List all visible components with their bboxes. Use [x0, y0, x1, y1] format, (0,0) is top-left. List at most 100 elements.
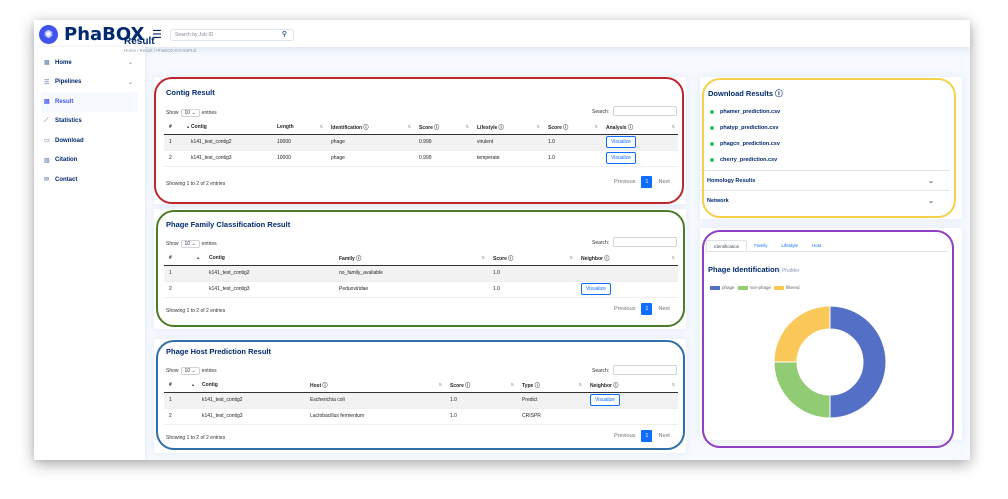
sidebar-item-result[interactable]: ▤ Result: [41, 92, 138, 112]
legend-label: filtered: [786, 285, 800, 290]
col-header-label: Score ⓘ: [493, 255, 514, 262]
col-header[interactable]: Host ⓘ ⇅: [305, 379, 445, 393]
visualize-button[interactable]: Visualize: [606, 152, 636, 164]
donut-chart: [773, 305, 887, 419]
sidebar-item-pipelines[interactable]: ☰ Pipelines ⌄: [41, 73, 138, 93]
col-header[interactable]: Length ⇅: [272, 121, 326, 135]
previous-button[interactable]: Previous: [614, 433, 635, 439]
sidebar-item-statistics[interactable]: ⟋ Statistics: [41, 112, 138, 132]
col-header[interactable]: Score ⓘ ⇅: [445, 379, 517, 393]
page-1-button[interactable]: 1: [641, 303, 653, 315]
cell: temperate: [472, 150, 543, 167]
search-icon[interactable]: ⚲: [282, 30, 287, 38]
col-header-label: Score ⓘ: [548, 124, 569, 131]
visualize-button[interactable]: Visualize: [581, 283, 611, 295]
sidebar-item-label: Result: [55, 98, 74, 105]
col-header[interactable]: Contig ▲: [196, 252, 334, 266]
col-header-label: Score ⓘ: [450, 382, 471, 389]
col-header[interactable]: Contig ▲: [186, 121, 272, 135]
file-icon: ▤: [44, 99, 50, 106]
sidebar-item-home[interactable]: ▦ Home ⌄: [41, 53, 138, 73]
col-header-label: Host ⓘ: [310, 382, 328, 389]
sidebar-item-citation[interactable]: ▥ Citation: [41, 151, 138, 171]
sidebar-item-download[interactable]: ▭ Download: [41, 131, 138, 151]
previous-button[interactable]: Previous: [614, 179, 635, 185]
cell: 1: [164, 134, 186, 151]
host-search-input[interactable]: [613, 365, 677, 375]
col-header[interactable]: Score ⓘ ⇅: [414, 121, 472, 135]
visualize-button[interactable]: Visualize: [590, 394, 620, 406]
page-size-value: 10: [184, 368, 191, 374]
cell: 1: [164, 265, 204, 282]
next-button[interactable]: Next: [658, 179, 669, 185]
cell: 0.999: [414, 150, 472, 167]
col-header[interactable]: Neighbor ⓘ ⇅: [576, 252, 678, 266]
cell: k141_test_contig2: [186, 134, 272, 151]
cell: 2: [164, 281, 204, 298]
cell: 1: [164, 392, 197, 409]
cell: k141_test_contig2: [204, 265, 334, 282]
cell: Peduoviridae: [334, 281, 488, 298]
sort-icon: ⇅: [671, 124, 675, 129]
job-search-input[interactable]: Search by Job ID ⚲: [170, 29, 294, 41]
phage-logo-icon: ✺: [39, 25, 58, 44]
col-header[interactable]: Neighbor ⓘ ⇅: [585, 379, 678, 393]
mail-icon: ✉: [44, 177, 50, 184]
entries-label: entries: [201, 241, 217, 247]
col-header-label: Neighbor ⓘ: [581, 255, 610, 262]
col-header[interactable]: Family ⓘ ⇅: [334, 252, 488, 266]
sort-icon: ⇅: [578, 382, 582, 387]
table-row: 2 k141_test_contig3 Lactobacillus fermentu…: [164, 408, 678, 425]
sort-icon: ⇅: [407, 124, 411, 129]
next-button[interactable]: Next: [658, 306, 669, 312]
sidebar: ▦ Home ⌄ ☰ Pipelines ⌄ ▤ Result ⟋ Statistics ▭…: [34, 47, 145, 460]
col-header[interactable]: Lifestyle ⓘ ⇅: [472, 121, 543, 135]
sidebar-item-label: Citation: [55, 157, 78, 164]
col-header-label: Contig: [209, 255, 225, 262]
family-search-input[interactable]: [613, 237, 677, 247]
page-1-button[interactable]: 1: [641, 176, 653, 188]
page-size-value: 10: [184, 110, 191, 116]
cell: [576, 265, 678, 282]
page-size-select[interactable]: 10 ⌄: [180, 367, 200, 375]
visualize-button[interactable]: Visualize: [606, 136, 636, 148]
cell: 0.999: [414, 134, 472, 151]
page-title: Result: [124, 36, 155, 47]
page-size-select[interactable]: 10 ⌄: [180, 240, 200, 248]
cell: no_family_avaliable: [334, 265, 488, 282]
list-icon: ☰: [44, 79, 50, 86]
table-row: 1 k141_test_contig2 Escherichia coli 1.0 Pre…: [164, 392, 678, 409]
cell: k141_test_contig2: [197, 392, 305, 409]
contig-search-input[interactable]: [613, 106, 677, 116]
cell: 1.0: [543, 134, 601, 151]
page-size-select[interactable]: 10 ⌄: [180, 109, 200, 117]
pie-slice-non-phage[interactable]: [773, 361, 831, 419]
pie-slice-phage[interactable]: [829, 305, 887, 419]
col-header-label: Identification ⓘ: [331, 124, 369, 131]
col-header[interactable]: Analysis ⓘ ⇅: [601, 121, 678, 135]
host-table-info: Showing 1 to 2 of 2 entries: [166, 435, 226, 441]
cell: [585, 408, 678, 425]
previous-button[interactable]: Previous: [614, 306, 635, 312]
col-header[interactable]: Contig ▲: [191, 379, 305, 393]
contig-card-title: Contig Result: [166, 88, 215, 97]
col-header[interactable]: Type ⓘ ⇅: [517, 379, 585, 393]
host-table: # Contig ▲ Host ⓘ ⇅ Score ⓘ ⇅ Type ⓘ ⇅ Neigh…: [164, 379, 678, 425]
col-header-label: Contig: [191, 124, 207, 131]
col-header[interactable]: Score ⓘ ⇅: [488, 252, 576, 266]
col-header[interactable]: Identification ⓘ ⇅: [326, 121, 414, 135]
col-header-label: Neighbor ⓘ: [590, 382, 619, 389]
col-header-label: Family ⓘ: [339, 255, 362, 262]
top-header: ✺ PhaBOX ☰ Search by Job ID ⚲: [34, 20, 970, 47]
sort-icon: ⇅: [438, 382, 442, 387]
sort-icon: ⇅: [481, 255, 485, 260]
sort-icon: ⇅: [569, 255, 573, 260]
col-header[interactable]: #: [164, 121, 186, 135]
family-table: # Contig ▲ Family ⓘ ⇅ Score ⓘ ⇅ Neighbor ⓘ ⇅…: [164, 252, 678, 298]
pie-slice-filtered[interactable]: [773, 305, 831, 363]
cell: Visualize: [601, 150, 678, 167]
col-header[interactable]: Score ⓘ ⇅: [543, 121, 601, 135]
sidebar-item-contact[interactable]: ✉ Contact: [41, 170, 138, 190]
page-1-button[interactable]: 1: [641, 430, 653, 442]
next-button[interactable]: Next: [658, 433, 669, 439]
